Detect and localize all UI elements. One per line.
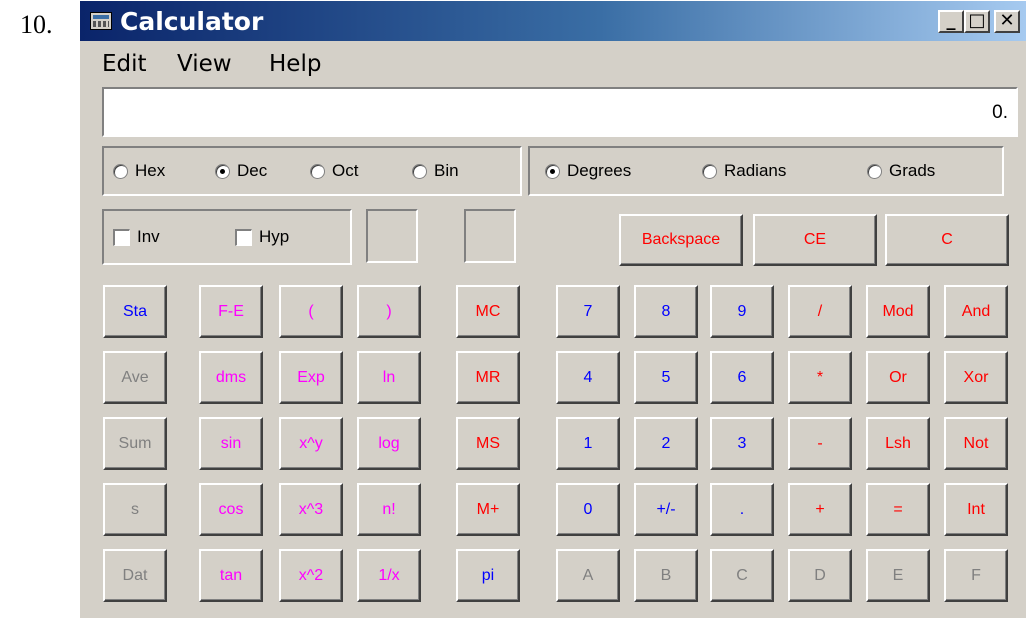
key-4-button[interactable]: 4 — [556, 351, 620, 404]
key-mod-button[interactable]: Mod — [866, 285, 930, 338]
key-a-button[interactable]: A — [556, 549, 620, 602]
radio-label: Bin — [434, 161, 459, 180]
key-ln-button[interactable]: ln — [357, 351, 421, 404]
key-6-button[interactable]: 6 — [710, 351, 774, 404]
key-log-button[interactable]: log — [357, 417, 421, 470]
key-m-button[interactable]: M+ — [456, 483, 520, 536]
display-value: 0. — [992, 102, 1008, 123]
key-ms-button[interactable]: MS — [456, 417, 520, 470]
key-lsh-button[interactable]: Lsh — [866, 417, 930, 470]
title-bar[interactable]: Calculator _ □ ✕ — [80, 1, 1026, 41]
calculator-window: Calculator _ □ ✕ Edit View Help 0. Hex D… — [78, 0, 1026, 618]
key-x-cubed-button[interactable]: x^3 — [279, 483, 343, 536]
key-sta-button[interactable]: Sta — [103, 285, 167, 338]
key-decimal-button[interactable]: . — [710, 483, 774, 536]
key-open-paren-button[interactable]: ( — [279, 285, 343, 338]
key-5-button[interactable]: 5 — [634, 351, 698, 404]
key-x-squared-button[interactable]: x^2 — [279, 549, 343, 602]
key-pi-button[interactable]: pi — [456, 549, 520, 602]
radio-label: Radians — [724, 161, 787, 180]
key-tan-button[interactable]: tan — [199, 549, 263, 602]
key-1-button[interactable]: 1 — [556, 417, 620, 470]
inv-hyp-group: Inv Hyp — [102, 209, 352, 265]
key-multiply-button[interactable]: * — [788, 351, 852, 404]
key-b-button[interactable]: B — [634, 549, 698, 602]
item-number: 10. — [20, 10, 53, 39]
menu-help[interactable]: Help — [269, 51, 321, 77]
key-c-button[interactable]: C — [710, 549, 774, 602]
radio-label: Oct — [332, 161, 359, 180]
close-button[interactable]: ✕ — [994, 10, 1020, 33]
key-f-button[interactable]: F — [944, 549, 1008, 602]
parenthesis-indicator — [464, 209, 516, 263]
key-factorial-button[interactable]: n! — [357, 483, 421, 536]
backspace-button[interactable]: Backspace — [619, 214, 743, 266]
key-int-button[interactable]: Int — [944, 483, 1008, 536]
checkbox-box — [113, 229, 130, 246]
radio-label: Dec — [237, 161, 268, 180]
minimize-button[interactable]: _ — [938, 10, 964, 33]
menu-edit[interactable]: Edit — [102, 51, 147, 77]
clear-button[interactable]: C — [885, 214, 1009, 266]
radio-label: Degrees — [567, 161, 632, 180]
key-ave-button[interactable]: Ave — [103, 351, 167, 404]
key-close-paren-button[interactable]: ) — [357, 285, 421, 338]
key-2-button[interactable]: 2 — [634, 417, 698, 470]
key-d-button[interactable]: D — [788, 549, 852, 602]
radio-dot — [412, 164, 427, 179]
key-subtract-button[interactable]: - — [788, 417, 852, 470]
key-and-button[interactable]: And — [944, 285, 1008, 338]
key-7-button[interactable]: 7 — [556, 285, 620, 338]
key-3-button[interactable]: 3 — [710, 417, 774, 470]
key-or-button[interactable]: Or — [866, 351, 930, 404]
key-dms-button[interactable]: dms — [199, 351, 263, 404]
key-9-button[interactable]: 9 — [710, 285, 774, 338]
radio-label: Hex — [135, 161, 166, 180]
key-not-button[interactable]: Not — [944, 417, 1008, 470]
key-e-button[interactable]: E — [866, 549, 930, 602]
key-divide-button[interactable]: / — [788, 285, 852, 338]
window-title: Calculator — [120, 7, 264, 36]
maximize-button[interactable]: □ — [964, 10, 990, 33]
key-plus-minus-button[interactable]: +/- — [634, 483, 698, 536]
memory-indicator — [366, 209, 418, 263]
key-xor-button[interactable]: Xor — [944, 351, 1008, 404]
key-mr-button[interactable]: MR — [456, 351, 520, 404]
key-mc-button[interactable]: MC — [456, 285, 520, 338]
checkbox-box — [235, 229, 252, 246]
clear-entry-button[interactable]: CE — [753, 214, 877, 266]
menu-view[interactable]: View — [177, 51, 232, 77]
calculator-icon — [90, 12, 112, 30]
key-cos-button[interactable]: cos — [199, 483, 263, 536]
key-sum-button[interactable]: Sum — [103, 417, 167, 470]
checkbox-label: Hyp — [259, 227, 290, 246]
radio-dot — [310, 164, 325, 179]
key-0-button[interactable]: 0 — [556, 483, 620, 536]
radio-dot — [113, 164, 128, 179]
key-reciprocal-button[interactable]: 1/x — [357, 549, 421, 602]
key-x-pow-y-button[interactable]: x^y — [279, 417, 343, 470]
checkbox-label: Inv — [137, 227, 160, 246]
key-8-button[interactable]: 8 — [634, 285, 698, 338]
angle-unit-group: Degrees Radians Grads — [528, 146, 1004, 196]
key-add-button[interactable]: + — [788, 483, 852, 536]
radio-label: Grads — [889, 161, 936, 180]
key-sin-button[interactable]: sin — [199, 417, 263, 470]
radio-dot — [867, 164, 882, 179]
radio-dot — [215, 164, 230, 179]
key-exp-button[interactable]: Exp — [279, 351, 343, 404]
key-dat-button[interactable]: Dat — [103, 549, 167, 602]
key-f-e-button[interactable]: F-E — [199, 285, 263, 338]
radio-dot — [545, 164, 560, 179]
radio-dot — [702, 164, 717, 179]
key-equals-button[interactable]: = — [866, 483, 930, 536]
display-field[interactable]: 0. — [102, 87, 1018, 137]
key-s-button[interactable]: s — [103, 483, 167, 536]
number-base-group: Hex Dec Oct Bin — [102, 146, 522, 196]
